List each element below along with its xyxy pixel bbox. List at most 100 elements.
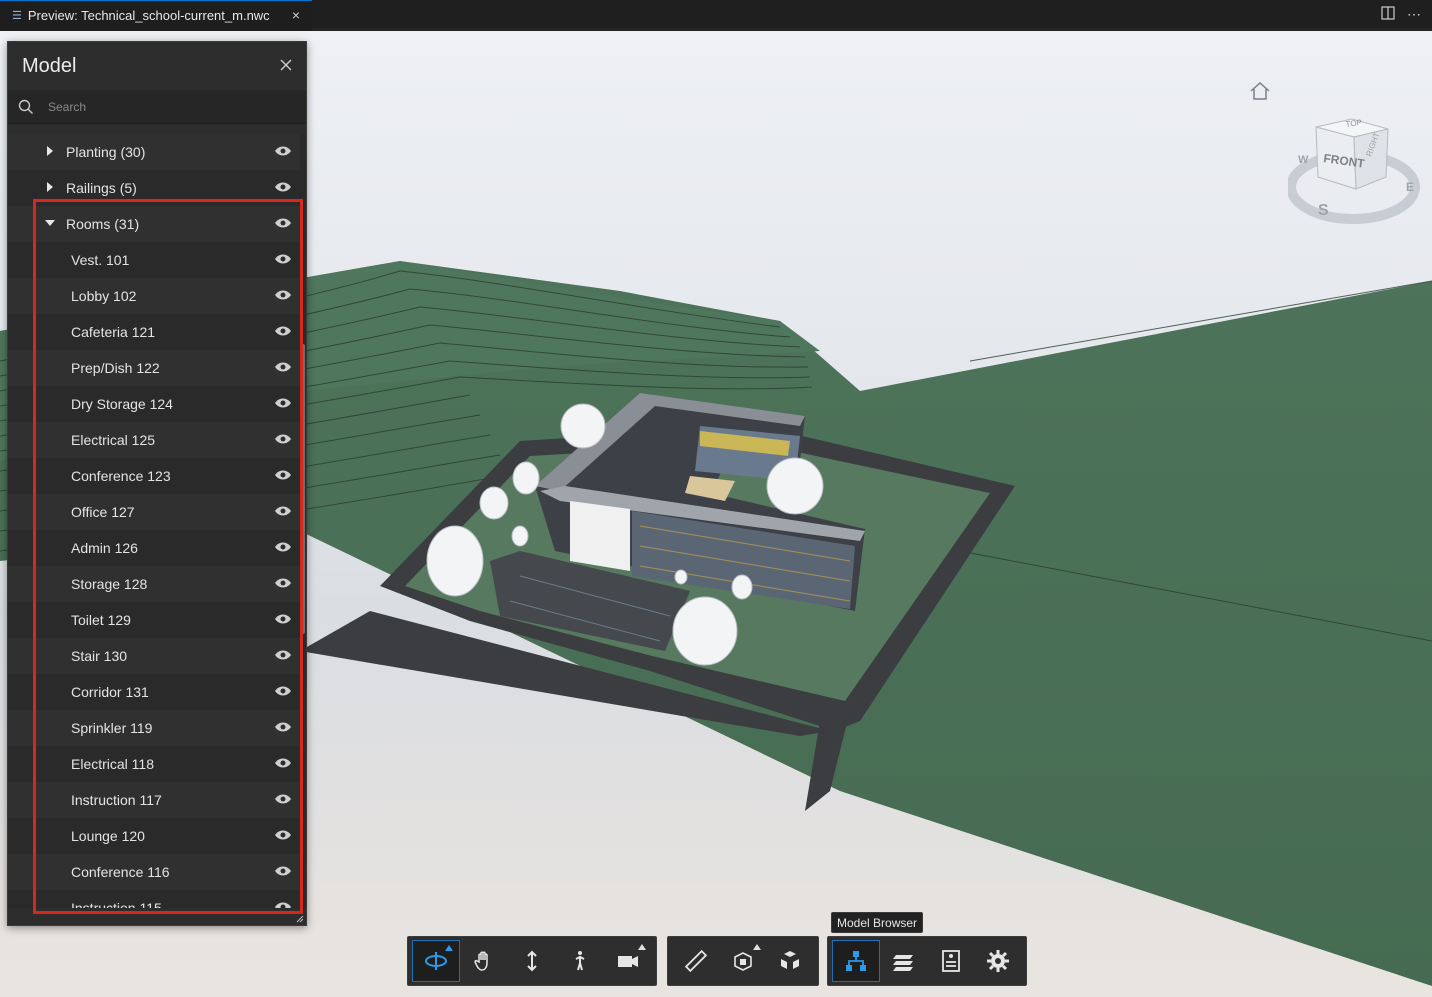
visibility-eye-icon[interactable] [274, 901, 292, 908]
tree-item-room[interactable]: Lobby 102 [8, 278, 302, 314]
measure-icon [684, 949, 707, 973]
tree-item-label: Corridor 131 [71, 684, 149, 700]
tree-item-room[interactable]: Conference 116 [8, 854, 302, 890]
tree-item-room[interactable]: Electrical 118 [8, 746, 302, 782]
caret-right-icon[interactable] [44, 181, 56, 193]
tree-item-room[interactable]: Instruction 117 [8, 782, 302, 818]
walk-button[interactable] [556, 940, 604, 982]
search-icon [18, 99, 33, 114]
tree-item-label: Planting (30) [66, 144, 146, 160]
zoom-button[interactable] [508, 940, 556, 982]
visibility-eye-icon[interactable] [274, 181, 292, 193]
preview-tab[interactable]: ☰ Preview: Technical_school-current_m.nw… [0, 0, 312, 30]
tree-item-room[interactable]: Corridor 131 [8, 674, 302, 710]
visibility-eye-icon[interactable] [274, 541, 292, 553]
close-icon[interactable]: × [288, 7, 304, 23]
tree-item-label: Stair 130 [71, 648, 128, 664]
pan-button[interactable] [460, 940, 508, 982]
camera-button[interactable] [604, 940, 652, 982]
tree-item-label: Electrical 118 [71, 756, 155, 772]
navigation-toolbar [407, 936, 657, 986]
tree-item-room[interactable]: Instruction 115 [8, 890, 302, 908]
viewcube[interactable]: TOP FRONT RIGHT W E S [1288, 107, 1422, 225]
model-browser-icon [845, 951, 866, 971]
tree-item-room[interactable]: Sprinkler 119 [8, 710, 302, 746]
preview-tab-title: Preview: Technical_school-current_m.nwc [27, 8, 270, 23]
visibility-eye-icon[interactable] [274, 649, 292, 661]
tree-scrollbar[interactable] [300, 134, 306, 908]
explode-icon [781, 951, 800, 969]
settings-button[interactable] [975, 940, 1022, 982]
visibility-eye-icon[interactable] [274, 577, 292, 589]
tree-item-label: Electrical 125 [71, 432, 156, 448]
visibility-eye-icon[interactable] [274, 217, 292, 229]
visibility-eye-icon[interactable] [274, 253, 292, 265]
scrollbar-thumb[interactable] [301, 344, 305, 634]
tree-item-label: Lobby 102 [71, 288, 137, 304]
visibility-eye-icon[interactable] [274, 361, 292, 373]
tree-item-room[interactable]: Dry Storage 124 [8, 386, 302, 422]
properties-button[interactable] [927, 940, 974, 982]
visibility-eye-icon[interactable] [274, 469, 292, 481]
visibility-eye-icon[interactable] [274, 685, 292, 697]
more-actions-icon[interactable]: ⋯ [1406, 6, 1422, 22]
panels-toolbar [827, 936, 1027, 986]
tree-item-room[interactable]: Electrical 125 [8, 422, 302, 458]
home-icon[interactable] [1249, 81, 1271, 101]
visibility-eye-icon[interactable] [274, 757, 292, 769]
search-bar [8, 90, 306, 124]
tree-item-label: Dry Storage 124 [71, 396, 173, 412]
visibility-eye-icon[interactable] [274, 793, 292, 805]
split-editor-icon[interactable] [1380, 6, 1396, 22]
walk-icon [575, 951, 585, 971]
visibility-eye-icon[interactable] [274, 145, 292, 157]
tree-item-room[interactable]: Office 127 [8, 494, 302, 530]
caret-right-icon[interactable] [44, 145, 56, 157]
menu-lines-icon: ☰ [12, 10, 22, 22]
camera-icon [618, 956, 638, 967]
visibility-eye-icon[interactable] [274, 505, 292, 517]
layers-button[interactable] [880, 940, 927, 982]
tab-actions: ⋯ [1380, 6, 1422, 22]
visibility-eye-icon[interactable] [274, 289, 292, 301]
visibility-eye-icon[interactable] [274, 829, 292, 841]
tree-item-rooms[interactable]: Rooms (31) [8, 206, 302, 242]
visibility-eye-icon[interactable] [274, 397, 292, 409]
tree-item-planting[interactable]: Planting (30) [8, 134, 302, 170]
tree-item-room[interactable]: Vest. 101 [8, 242, 302, 278]
tree-item-railings[interactable]: Railings (5) [8, 170, 302, 206]
zoom-icon [527, 950, 537, 972]
close-icon[interactable] [276, 56, 296, 76]
search-input[interactable] [48, 99, 268, 114]
section-icon [734, 952, 752, 971]
visibility-eye-icon[interactable] [274, 613, 292, 625]
orbit-icon [425, 952, 448, 970]
tree-item-room[interactable]: Storage 128 [8, 566, 302, 602]
tree-item-label: Toilet 129 [71, 612, 131, 628]
visibility-eye-icon[interactable] [274, 325, 292, 337]
model-browser-button[interactable] [832, 940, 880, 982]
explode-button[interactable] [767, 940, 814, 982]
compass-e: E [1406, 180, 1414, 194]
visibility-eye-icon[interactable] [274, 433, 292, 445]
visibility-eye-icon[interactable] [274, 721, 292, 733]
section-button[interactable] [719, 940, 766, 982]
tree-item-label: Prep/Dish 122 [71, 360, 160, 376]
measure-button[interactable] [672, 940, 719, 982]
tree-item-room[interactable]: Admin 126 [8, 530, 302, 566]
tree-item-room[interactable]: Prep/Dish 122 [8, 350, 302, 386]
model-tree: Planting (30) Railings (5) Rooms (31) Ve… [8, 134, 302, 908]
tree-item-room[interactable]: Stair 130 [8, 638, 302, 674]
tree-item-room[interactable]: Conference 123 [8, 458, 302, 494]
caret-down-icon[interactable] [44, 217, 56, 229]
tree-item-label: Vest. 101 [71, 252, 130, 268]
resize-grip-icon[interactable] [296, 915, 304, 923]
panel-title: Model [22, 54, 77, 77]
tree-item-room[interactable]: Lounge 120 [8, 818, 302, 854]
visibility-eye-icon[interactable] [274, 865, 292, 877]
tree-item-label: Conference 116 [71, 864, 170, 880]
orbit-button[interactable] [412, 940, 461, 982]
tree-item-room[interactable]: Toilet 129 [8, 602, 302, 638]
tree-item-room[interactable]: Cafeteria 121 [8, 314, 302, 350]
model-browser-panel: Model Planting (30) Railings (5) Rooms (… [7, 41, 307, 926]
